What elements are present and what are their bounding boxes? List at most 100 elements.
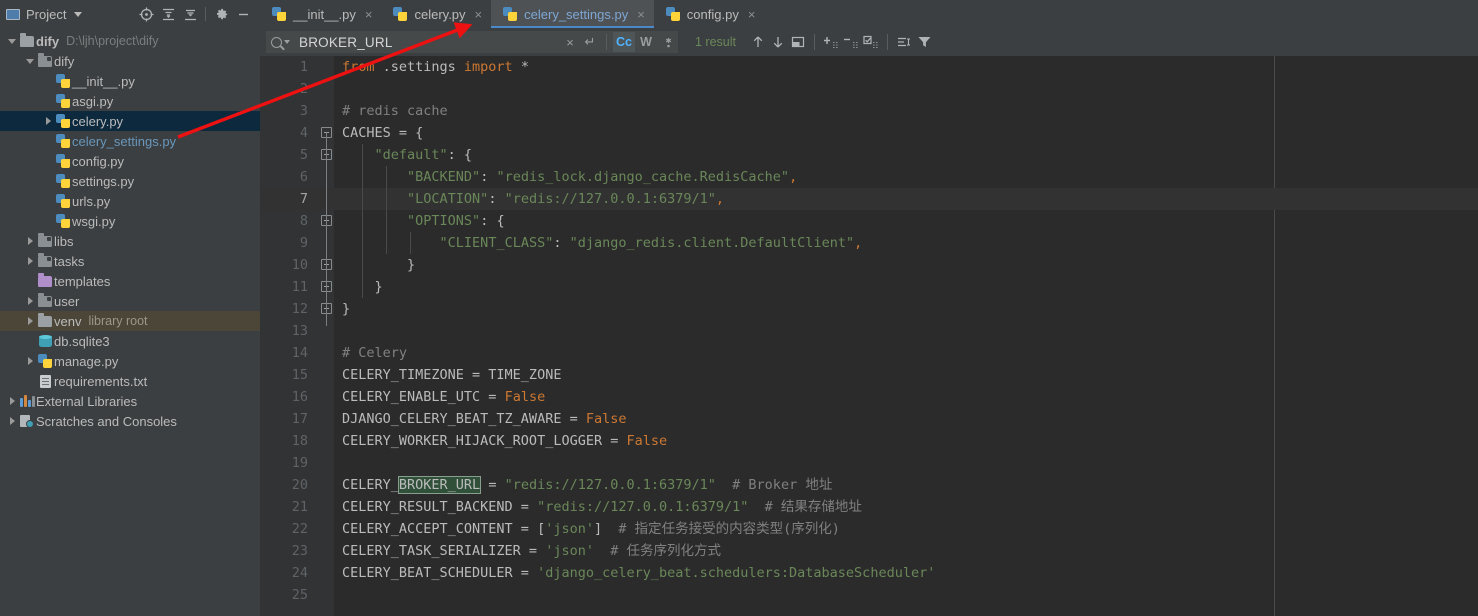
chevron-right-icon[interactable]: [24, 251, 36, 271]
search-history-chevron-icon[interactable]: [284, 40, 290, 44]
code-line[interactable]: [342, 452, 1478, 474]
code-line[interactable]: }: [342, 276, 1478, 298]
code-line[interactable]: # redis cache: [342, 100, 1478, 122]
line-number: 2: [260, 78, 318, 100]
tree-item-manage-py[interactable]: manage.py: [0, 351, 260, 371]
line-number: 23: [260, 540, 318, 562]
tree-item-settings-py[interactable]: settings.py: [0, 171, 260, 191]
code-line[interactable]: }: [342, 254, 1478, 276]
close-icon[interactable]: ×: [637, 8, 645, 21]
chevron-right-icon[interactable]: [24, 231, 36, 251]
chevron-down-icon[interactable]: [6, 31, 18, 51]
tree-item-dify[interactable]: difyD:\ljh\project\dify: [0, 31, 260, 51]
tab-config-py[interactable]: config.py×: [654, 0, 765, 28]
chevron-down-icon[interactable]: [24, 51, 36, 71]
code-line[interactable]: from .settings import *: [342, 56, 1478, 78]
code-line[interactable]: # Celery: [342, 342, 1478, 364]
tree-item-label: manage.py: [54, 354, 118, 369]
code-line[interactable]: DJANGO_CELERY_BEAT_TZ_AWARE = False: [342, 408, 1478, 430]
project-title-button[interactable]: Project: [6, 7, 82, 22]
code-line[interactable]: "LOCATION": "redis://127.0.0.1:6379/1",: [342, 188, 1478, 210]
tree-item-templates[interactable]: templates: [0, 271, 260, 291]
remove-line-icon[interactable]: [841, 32, 861, 52]
tree-item-label: Scratches and Consoles: [36, 414, 177, 429]
tree-item-scratches-and-consoles[interactable]: Scratches and Consoles: [0, 411, 260, 431]
tree-item-wsgi-py[interactable]: wsgi.py: [0, 211, 260, 231]
close-icon[interactable]: ×: [365, 8, 373, 21]
python-file-icon: [54, 151, 72, 171]
toggle-line-icon[interactable]: [861, 32, 881, 52]
tree-item-asgi-py[interactable]: asgi.py: [0, 91, 260, 111]
chevron-right-icon[interactable]: [6, 411, 18, 431]
tree-item-dify[interactable]: dify: [0, 51, 260, 71]
chevron-right-icon[interactable]: [6, 391, 18, 411]
chevron-right-icon[interactable]: [42, 111, 54, 131]
tree-item-tasks[interactable]: tasks: [0, 251, 260, 271]
code-line[interactable]: CELERY_RESULT_BACKEND = "redis://127.0.0…: [342, 496, 1478, 518]
code-line[interactable]: CELERY_BEAT_SCHEDULER = 'django_celery_b…: [342, 562, 1478, 584]
tab-label: __init__.py: [293, 7, 356, 22]
tree-item-db-sqlite3[interactable]: db.sqlite3: [0, 331, 260, 351]
tree-item--init-py[interactable]: __init__.py: [0, 71, 260, 91]
code-line[interactable]: CELERY_TASK_SERIALIZER = 'json' # 任务序列化方…: [342, 540, 1478, 562]
code-line[interactable]: [342, 320, 1478, 342]
code-line[interactable]: CELERY_ENABLE_UTC = False: [342, 386, 1478, 408]
tree-item-urls-py[interactable]: urls.py: [0, 191, 260, 211]
tree-arrow-placeholder: [42, 131, 54, 151]
code-line[interactable]: CACHES = {: [342, 122, 1478, 144]
code-text[interactable]: from .settings import * # redis cacheCACH…: [334, 56, 1478, 616]
code-line[interactable]: "OPTIONS": {: [342, 210, 1478, 232]
close-icon[interactable]: ×: [748, 8, 756, 21]
project-tree[interactable]: difyD:\ljh\project\difydify__init__.pyas…: [0, 28, 260, 616]
code-line[interactable]: CELERY_WORKER_HIJACK_ROOT_LOGGER = False: [342, 430, 1478, 452]
regex-toggle[interactable]: [657, 32, 679, 52]
find-divider-3: [887, 34, 888, 50]
chevron-down-icon[interactable]: [74, 12, 82, 17]
tree-item-external-libraries[interactable]: External Libraries: [0, 391, 260, 411]
locate-icon[interactable]: [135, 3, 157, 25]
code-line[interactable]: CELERY_BROKER_URL = "redis://127.0.0.1:6…: [342, 474, 1478, 496]
filter-lines-icon[interactable]: [894, 32, 914, 52]
tree-item-celery-settings-py[interactable]: celery_settings.py: [0, 131, 260, 151]
chevron-right-icon[interactable]: [24, 351, 36, 371]
code-line[interactable]: CELERY_ACCEPT_CONTENT = ['json'] # 指定任务接…: [342, 518, 1478, 540]
add-line-icon[interactable]: [821, 32, 841, 52]
tab-celery-settings-py[interactable]: celery_settings.py×: [491, 0, 654, 28]
tree-item-celery-py[interactable]: celery.py: [0, 111, 260, 131]
library-icon: [18, 391, 36, 411]
expand-all-icon[interactable]: [157, 3, 179, 25]
tree-item-requirements-txt[interactable]: requirements.txt: [0, 371, 260, 391]
search-multiline-button[interactable]: ↵: [580, 32, 600, 52]
match-case-toggle[interactable]: Cc: [613, 32, 635, 52]
hide-panel-icon[interactable]: [232, 3, 254, 25]
filter-icon[interactable]: [914, 32, 934, 52]
collapse-all-icon[interactable]: [179, 3, 201, 25]
chevron-right-icon[interactable]: [24, 291, 36, 311]
select-all-occurrences-icon[interactable]: [788, 32, 808, 52]
fold-gutter[interactable]: [318, 56, 334, 616]
clear-search-button[interactable]: ×: [560, 32, 580, 52]
next-match-icon[interactable]: [768, 32, 788, 52]
code-line[interactable]: }: [342, 298, 1478, 320]
whole-words-toggle[interactable]: W: [635, 32, 657, 52]
code-line[interactable]: [342, 584, 1478, 606]
chevron-right-icon[interactable]: [24, 311, 36, 331]
code-line[interactable]: "default": {: [342, 144, 1478, 166]
prev-match-icon[interactable]: [748, 32, 768, 52]
tree-item-user[interactable]: user: [0, 291, 260, 311]
editor-tabbar[interactable]: __init__.py×celery.py×celery_settings.py…: [260, 0, 1478, 28]
tab-celery-py[interactable]: celery.py×: [381, 0, 491, 28]
tree-item-config-py[interactable]: config.py: [0, 151, 260, 171]
code-line[interactable]: CELERY_TIMEZONE = TIME_ZONE: [342, 364, 1478, 386]
code-line[interactable]: "CLIENT_CLASS": "django_redis.client.Def…: [342, 232, 1478, 254]
tree-item-libs[interactable]: libs: [0, 231, 260, 251]
line-number: 22: [260, 518, 318, 540]
tree-item-venv[interactable]: venvlibrary root: [0, 311, 260, 331]
tree-item-label: urls.py: [72, 194, 110, 209]
gear-icon[interactable]: [210, 3, 232, 25]
code-viewport[interactable]: 1234567891011121314151617181920212223242…: [260, 56, 1478, 616]
close-icon[interactable]: ×: [475, 8, 483, 21]
code-line[interactable]: "BACKEND": "redis_lock.django_cache.Redi…: [342, 166, 1478, 188]
code-line[interactable]: [342, 78, 1478, 100]
tab--init-py[interactable]: __init__.py ×: [260, 0, 381, 28]
